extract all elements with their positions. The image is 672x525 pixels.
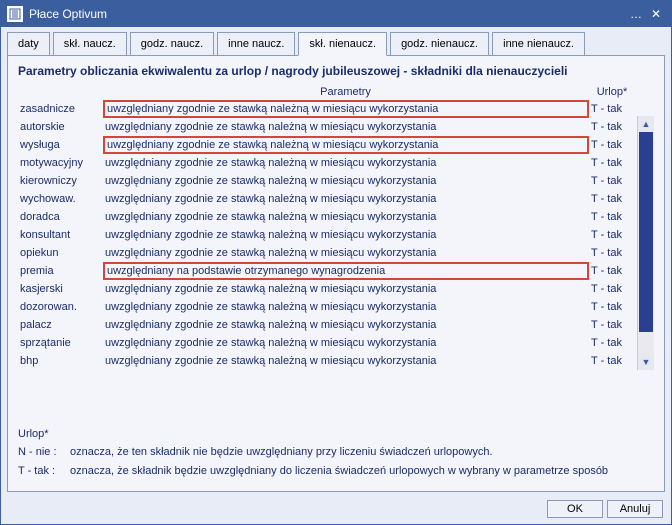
table-row[interactable]: motywacyjnyuwzględniany zgodnie ze stawk… (18, 154, 654, 172)
application-window: Płace Optivum … ✕ datyskł. naucz.godz. n… (0, 0, 672, 525)
footnotes: Urlop* N - nie :oznacza, że ten składnik… (18, 428, 654, 486)
cell-param[interactable]: uwzględniany zgodnie ze stawką należną w… (103, 280, 589, 298)
tab-5[interactable]: godz. nienaucz. (390, 32, 489, 56)
cell-param[interactable]: uwzględniany zgodnie ze stawką należną w… (103, 172, 589, 190)
footnote-text: oznacza, że składnik będzie uwzględniany… (70, 465, 654, 479)
window-title: Płace Optivum (29, 7, 626, 21)
table-row[interactable]: kasjerskiuwzględniany zgodnie ze stawką … (18, 280, 654, 298)
cell-param[interactable]: uwzględniany zgodnie ze stawką należną w… (103, 244, 589, 262)
cell-urlop[interactable]: T - tak (589, 154, 637, 172)
cell-name: konsultant (18, 226, 103, 244)
cell-name: opiekun (18, 244, 103, 262)
tab-content: Parametry obliczania ekwiwalentu za urlo… (7, 55, 665, 492)
table-row[interactable]: kierowniczyuwzględniany zgodnie ze stawk… (18, 172, 654, 190)
table-row[interactable]: dozorowan.uwzględniany zgodnie ze stawką… (18, 298, 654, 316)
cell-param[interactable]: uwzględniany zgodnie ze stawką należną w… (103, 208, 589, 226)
cell-param[interactable]: uwzględniany zgodnie ze stawką należną w… (103, 334, 589, 352)
footnote-key: N - nie : (18, 446, 70, 460)
cell-name: bhp (18, 352, 103, 370)
cell-name: palacz (18, 316, 103, 334)
ok-button[interactable]: OK (547, 500, 603, 518)
column-headers: Parametry Urlop* (18, 86, 654, 100)
tab-3[interactable]: inne naucz. (217, 32, 295, 56)
grid-body: zasadniczeuwzględniany zgodnie ze stawką… (18, 100, 654, 370)
cell-name: kierowniczy (18, 172, 103, 190)
vertical-scrollbar[interactable]: ▲ ▼ (637, 116, 654, 370)
cell-urlop[interactable]: T - tak (589, 280, 637, 298)
grid: Parametry Urlop* zasadniczeuwzględniany … (18, 86, 654, 418)
table-row[interactable]: sprzątanieuwzględniany zgodnie ze stawką… (18, 334, 654, 352)
col-header-urlop: Urlop* (588, 86, 636, 98)
cell-urlop[interactable]: T - tak (589, 298, 637, 316)
cell-urlop[interactable]: T - tak (589, 226, 637, 244)
table-row[interactable]: palaczuwzględniany zgodnie ze stawką nal… (18, 316, 654, 334)
cell-param[interactable]: uwzględniany na podstawie otrzymanego wy… (103, 262, 589, 280)
cell-param[interactable]: uwzględniany zgodnie ze stawką należną w… (103, 316, 589, 334)
tab-1[interactable]: skł. naucz. (53, 32, 127, 56)
cell-name: wysługa (18, 136, 103, 154)
cancel-button[interactable]: Anuluj (607, 500, 663, 518)
cell-param[interactable]: uwzględniany zgodnie ze stawką należną w… (103, 136, 589, 154)
col-header-param: Parametry (103, 86, 588, 98)
tab-2[interactable]: godz. naucz. (130, 32, 214, 56)
app-icon (7, 6, 23, 22)
titlebar-more-icon[interactable]: … (626, 7, 647, 21)
cell-urlop[interactable]: T - tak (589, 118, 637, 136)
cell-urlop[interactable]: T - tak (589, 100, 637, 118)
cell-name: dozorowan. (18, 298, 103, 316)
cell-param[interactable]: uwzględniany zgodnie ze stawką należną w… (103, 100, 589, 118)
dialog-buttons: OK Anuluj (1, 496, 671, 524)
scroll-up-button[interactable]: ▲ (638, 116, 654, 132)
footnote-text: oznacza, że ten składnik nie będzie uwzg… (70, 446, 654, 460)
table-row[interactable]: opiekunuwzględniany zgodnie ze stawką na… (18, 244, 654, 262)
table-row[interactable]: wychowaw.uwzględniany zgodnie ze stawką … (18, 190, 654, 208)
cell-urlop[interactable]: T - tak (589, 334, 637, 352)
cell-name: zasadnicze (18, 100, 103, 118)
cell-name: kasjerski (18, 280, 103, 298)
cell-urlop[interactable]: T - tak (589, 136, 637, 154)
table-row[interactable]: bhpuwzględniany zgodnie ze stawką należn… (18, 352, 654, 370)
cell-urlop[interactable]: T - tak (589, 190, 637, 208)
cell-urlop[interactable]: T - tak (589, 244, 637, 262)
tab-6[interactable]: inne nienaucz. (492, 32, 585, 56)
scroll-thumb[interactable] (639, 132, 653, 332)
table-row[interactable]: zasadniczeuwzględniany zgodnie ze stawką… (18, 100, 654, 118)
cell-urlop[interactable]: T - tak (589, 316, 637, 334)
cell-param[interactable]: uwzględniany zgodnie ze stawką należną w… (103, 118, 589, 136)
cell-name: doradca (18, 208, 103, 226)
cell-name: autorskie (18, 118, 103, 136)
footnote-title: Urlop* (18, 428, 654, 440)
table-row[interactable]: premiauwzględniany na podstawie otrzyman… (18, 262, 654, 280)
cell-name: motywacyjny (18, 154, 103, 172)
cell-param[interactable]: uwzględniany zgodnie ze stawką należną w… (103, 226, 589, 244)
footnote-row: T - tak :oznacza, że składnik będzie uwz… (18, 465, 654, 479)
cell-urlop[interactable]: T - tak (589, 352, 637, 370)
cell-urlop[interactable]: T - tak (589, 262, 637, 280)
footnote-row: N - nie :oznacza, że ten składnik nie bę… (18, 446, 654, 460)
cell-name: premia (18, 262, 103, 280)
cell-param[interactable]: uwzględniany zgodnie ze stawką należną w… (103, 154, 589, 172)
table-row[interactable]: wysługauwzględniany zgodnie ze stawką na… (18, 136, 654, 154)
cell-name: sprzątanie (18, 334, 103, 352)
table-row[interactable]: doradcauwzględniany zgodnie ze stawką na… (18, 208, 654, 226)
cell-name: wychowaw. (18, 190, 103, 208)
titlebar: Płace Optivum … ✕ (1, 1, 671, 27)
tab-0[interactable]: daty (7, 32, 50, 56)
tab-4[interactable]: skł. nienaucz. (298, 32, 387, 56)
cell-param[interactable]: uwzględniany zgodnie ze stawką należną w… (103, 190, 589, 208)
col-header-name (18, 86, 103, 98)
footnote-key: T - tak : (18, 465, 70, 479)
cell-urlop[interactable]: T - tak (589, 208, 637, 226)
cell-urlop[interactable]: T - tak (589, 172, 637, 190)
close-icon[interactable]: ✕ (647, 7, 665, 21)
table-row[interactable]: konsultantuwzględniany zgodnie ze stawką… (18, 226, 654, 244)
section-heading: Parametry obliczania ekwiwalentu za urlo… (18, 64, 654, 80)
cell-param[interactable]: uwzględniany zgodnie ze stawką należną w… (103, 298, 589, 316)
scroll-down-button[interactable]: ▼ (638, 354, 654, 370)
cell-param[interactable]: uwzględniany zgodnie ze stawką należną w… (103, 352, 589, 370)
table-row[interactable]: autorskieuwzględniany zgodnie ze stawką … (18, 118, 654, 136)
tab-bar: datyskł. naucz.godz. naucz.inne naucz.sk… (1, 27, 671, 55)
